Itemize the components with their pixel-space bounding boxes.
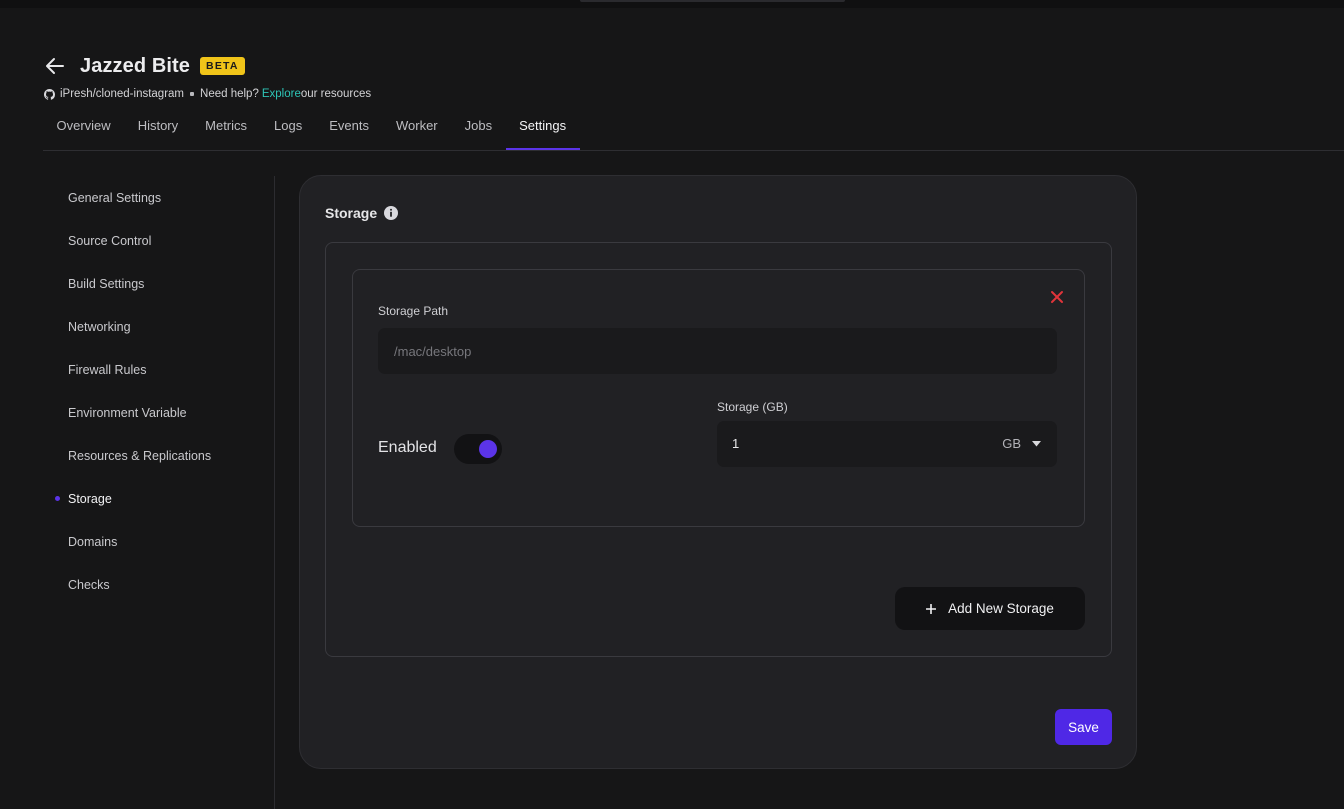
page-title: Jazzed Bite (80, 54, 191, 77)
storage-size-field[interactable]: 1 GB (717, 421, 1057, 467)
enabled-label: Enabled (378, 439, 437, 456)
storage-section-title: Storage (325, 205, 399, 221)
sidebar-item-resources-replications[interactable]: Resources & Replications (55, 434, 274, 477)
tab-events[interactable]: Events (316, 113, 383, 149)
close-icon[interactable] (1050, 290, 1064, 304)
sidebar-item-build-settings[interactable]: Build Settings (55, 262, 274, 305)
unit-select[interactable]: GB (1002, 421, 1021, 467)
enabled-toggle[interactable] (454, 434, 502, 464)
sidebar-item-storage[interactable]: Storage (55, 477, 274, 520)
sidebar-item-networking[interactable]: Networking (55, 305, 274, 348)
save-button[interactable]: Save (1055, 709, 1112, 745)
resources-text: our resources (300, 88, 372, 100)
separator-dot (190, 92, 195, 96)
sidebar-item-firewall-rules[interactable]: Firewall Rules (55, 348, 274, 391)
storage-entry-card: Storage Path Enabled Storage (GB) 1 GB (352, 269, 1085, 527)
window-top-bar (0, 0, 1344, 8)
tab-worker[interactable]: Worker (382, 113, 451, 149)
info-icon[interactable] (384, 206, 399, 220)
github-icon (44, 88, 55, 100)
beta-badge: BETA (200, 57, 245, 75)
storage-size-value[interactable]: 1 (732, 421, 739, 467)
title-row: Jazzed Bite BETA (44, 52, 371, 80)
storage-panel: Storage Storage Path Enabled Storage (GB… (299, 175, 1137, 769)
active-indicator-dot (55, 496, 60, 501)
settings-sidebar: General Settings Source Control Build Se… (55, 176, 274, 606)
window-notch (580, 0, 845, 2)
tab-settings[interactable]: Settings (505, 113, 580, 150)
sidebar-item-environment-variable[interactable]: Environment Variable (55, 391, 274, 434)
tab-logs[interactable]: Logs (261, 113, 316, 149)
sidebar-item-checks[interactable]: Checks (55, 563, 274, 606)
storage-path-label: Storage Path (378, 304, 449, 318)
storage-path-input[interactable] (378, 328, 1057, 374)
tab-bar: Overview History Metrics Logs Events Wor… (43, 113, 1344, 151)
storage-size-label: Storage (GB) (717, 400, 788, 414)
sidebar-item-general-settings[interactable]: General Settings (55, 176, 274, 219)
help-text: Need help? (200, 88, 259, 100)
sidebar-item-source-control[interactable]: Source Control (55, 219, 274, 262)
repo-link[interactable]: iPresh/cloned-instagram (60, 88, 184, 100)
tab-history[interactable]: History (124, 113, 191, 149)
add-button-label: Add New Storage (948, 601, 1054, 616)
page-header: Jazzed Bite BETA iPresh/cloned-instagram… (44, 52, 371, 101)
chevron-down-icon[interactable] (1032, 441, 1041, 447)
explore-link[interactable]: Explore (262, 88, 301, 100)
repo-info-row: iPresh/cloned-instagram Need help? Explo… (44, 87, 371, 101)
add-new-storage-button[interactable]: Add New Storage (895, 587, 1085, 630)
tab-metrics[interactable]: Metrics (192, 113, 261, 149)
sidebar-divider (274, 176, 275, 809)
back-arrow-icon[interactable] (44, 55, 66, 77)
storage-list-container: Storage Path Enabled Storage (GB) 1 GB A… (325, 242, 1112, 657)
sidebar-item-label: Storage (68, 491, 112, 506)
tab-jobs[interactable]: Jobs (451, 113, 505, 149)
section-title-text: Storage (325, 205, 378, 221)
sidebar-item-domains[interactable]: Domains (55, 520, 274, 563)
tab-overview[interactable]: Overview (43, 113, 124, 149)
plus-icon (926, 603, 937, 614)
toggle-knob (479, 440, 497, 458)
